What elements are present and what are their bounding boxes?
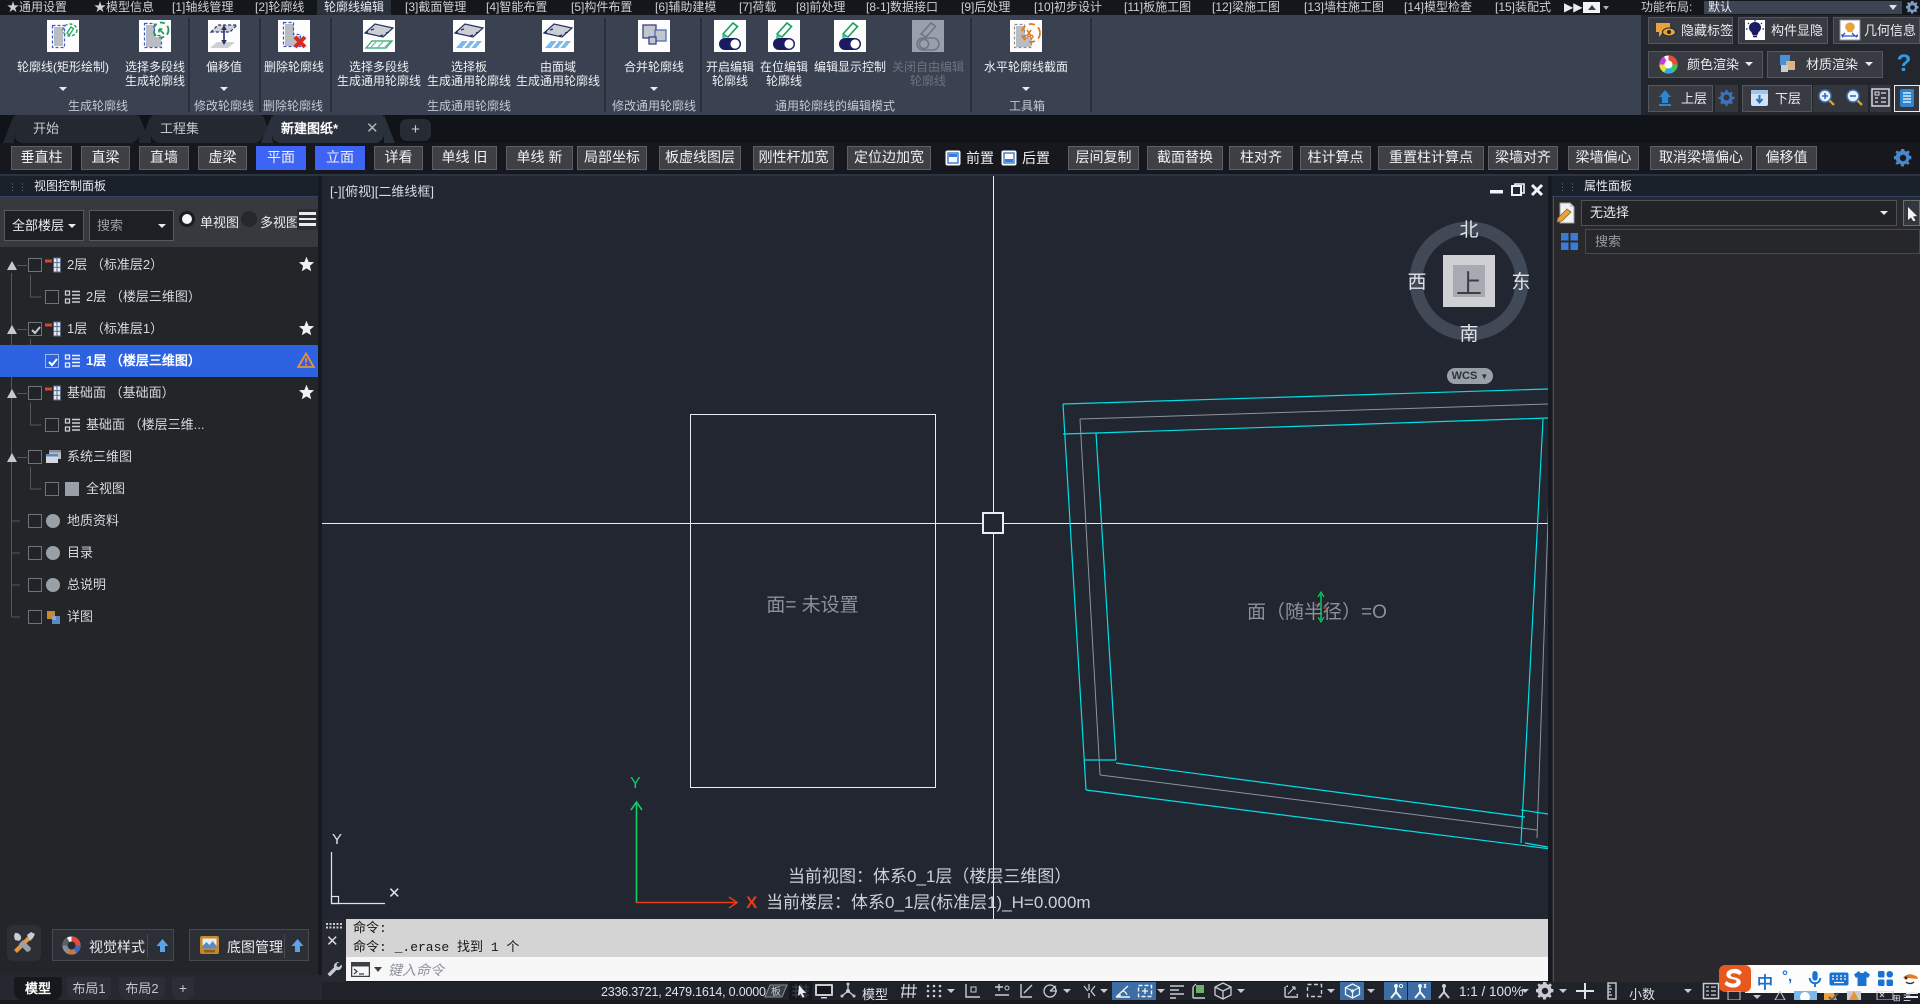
svg-text:南: 南 <box>1459 323 1478 343</box>
svg-text:西: 西 <box>1407 272 1426 293</box>
svg-text:板: 板 <box>771 985 781 998</box>
svg-text:北: 北 <box>1459 219 1478 241</box>
svg-text:东: 东 <box>1511 271 1530 293</box>
svg-text:上: 上 <box>1456 269 1482 299</box>
